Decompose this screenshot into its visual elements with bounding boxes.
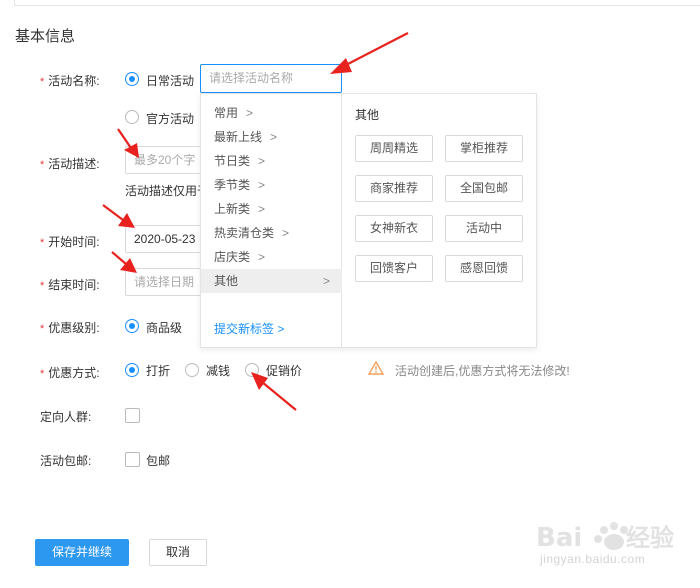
cancel-button[interactable]: 取消 bbox=[149, 539, 207, 566]
start-time-label: * 开始时间: bbox=[40, 235, 100, 249]
top-panel-edge bbox=[14, 0, 700, 6]
svg-text:Bai: Bai bbox=[536, 523, 582, 553]
radio-discount-label: 打折 bbox=[146, 364, 171, 378]
chevron-right-icon: > bbox=[246, 106, 254, 120]
baidu-watermark-logo: Bai 经验 bbox=[536, 522, 674, 553]
watermark-text: jingyan.baidu.com bbox=[540, 552, 646, 566]
chevron-right-icon: > bbox=[258, 250, 266, 264]
chevron-right-icon: > bbox=[258, 178, 266, 192]
tag-option[interactable]: 掌柜推荐 bbox=[445, 135, 523, 162]
required-mark: * bbox=[40, 323, 45, 335]
required-mark: * bbox=[40, 280, 45, 292]
target-crowd-checkbox[interactable] bbox=[125, 408, 140, 423]
category-item[interactable]: 热卖清仓类 > bbox=[201, 221, 342, 245]
svg-text:经验: 经验 bbox=[626, 524, 674, 552]
activity-name-label: * 活动名称: bbox=[40, 74, 100, 88]
activity-name-select[interactable]: 请选择活动名称 bbox=[200, 64, 342, 93]
start-time-input[interactable]: 2020-05-23 bbox=[125, 225, 205, 253]
radio-reduce-money[interactable] bbox=[185, 363, 199, 377]
tag-option[interactable]: 全国包邮 bbox=[445, 175, 523, 202]
discount-method-label: * 优惠方式: bbox=[40, 366, 100, 380]
free-shipping-checkbox[interactable] bbox=[125, 452, 140, 467]
save-continue-button[interactable]: 保存并继续 bbox=[35, 539, 129, 566]
activity-desc-label: * 活动描述: bbox=[40, 157, 100, 171]
tag-option[interactable]: 活动中 bbox=[445, 215, 523, 242]
radio-product-level-label: 商品级 bbox=[146, 321, 183, 335]
category-item[interactable]: 节日类 > bbox=[201, 149, 342, 173]
category-item[interactable]: 店庆类 > bbox=[201, 245, 342, 269]
end-time-input[interactable]: 请选择日期 bbox=[125, 268, 205, 296]
free-shipping-checkbox-label: 包邮 bbox=[146, 454, 171, 468]
category-list: 常用 > 最新上线 > 节日类 > 季节类 > 上新类 > 热卖清仓类 > 店庆类 > 其他 >… bbox=[201, 94, 342, 347]
submit-new-tag-link[interactable]: 提交新标签 > bbox=[214, 320, 284, 337]
tag-panel-title: 其他 bbox=[355, 108, 380, 122]
required-mark: * bbox=[40, 159, 45, 171]
category-item[interactable]: 最新上线 > bbox=[201, 125, 342, 149]
warning-icon bbox=[368, 361, 384, 375]
tag-option[interactable]: 商家推荐 bbox=[355, 175, 433, 202]
chevron-right-icon: > bbox=[270, 130, 278, 144]
chevron-right-icon: > bbox=[258, 202, 266, 216]
chevron-right-icon: > bbox=[282, 226, 290, 240]
required-mark: * bbox=[40, 237, 45, 249]
tag-option[interactable]: 回馈客户 bbox=[355, 255, 433, 282]
radio-promo-price-label: 促销价 bbox=[266, 364, 303, 378]
target-crowd-label: 定向人群: bbox=[40, 410, 92, 424]
radio-discount[interactable] bbox=[125, 363, 139, 377]
radio-promo-price[interactable] bbox=[245, 363, 259, 377]
free-shipping-label: 活动包邮: bbox=[40, 454, 92, 468]
required-mark: * bbox=[40, 76, 45, 88]
radio-official-activity-label: 官方活动 bbox=[146, 112, 195, 126]
section-title: 基本信息 bbox=[15, 28, 76, 45]
radio-daily-activity[interactable] bbox=[125, 72, 139, 86]
activity-desc-input[interactable]: 最多20个字 bbox=[125, 146, 205, 174]
activity-name-dropdown: 常用 > 最新上线 > 节日类 > 季节类 > 上新类 > 热卖清仓类 > 店庆类 > 其他 >… bbox=[200, 93, 537, 348]
radio-product-level[interactable] bbox=[125, 319, 139, 333]
tag-option[interactable]: 感恩回馈 bbox=[445, 255, 523, 282]
required-mark: * bbox=[40, 368, 45, 380]
chevron-right-icon: > bbox=[258, 154, 266, 168]
activity-desc-hint: 活动描述仅用于 bbox=[125, 184, 200, 198]
category-item[interactable]: 季节类 > bbox=[201, 173, 342, 197]
warning-text: 活动创建后,优惠方式将无法修改! bbox=[395, 364, 570, 378]
category-item[interactable]: 上新类 > bbox=[201, 197, 342, 221]
radio-daily-activity-label: 日常活动 bbox=[146, 74, 195, 88]
tag-option[interactable]: 女神新衣 bbox=[355, 215, 433, 242]
category-item-active[interactable]: 其他 > bbox=[201, 269, 342, 293]
discount-level-label: * 优惠级别: bbox=[40, 321, 100, 335]
category-item[interactable]: 常用 > bbox=[201, 101, 342, 125]
radio-official-activity[interactable] bbox=[125, 110, 139, 124]
chevron-right-icon: > bbox=[322, 274, 330, 288]
end-time-label: * 结束时间: bbox=[40, 278, 100, 292]
radio-reduce-money-label: 减钱 bbox=[206, 364, 231, 378]
tag-option[interactable]: 周周精选 bbox=[355, 135, 433, 162]
